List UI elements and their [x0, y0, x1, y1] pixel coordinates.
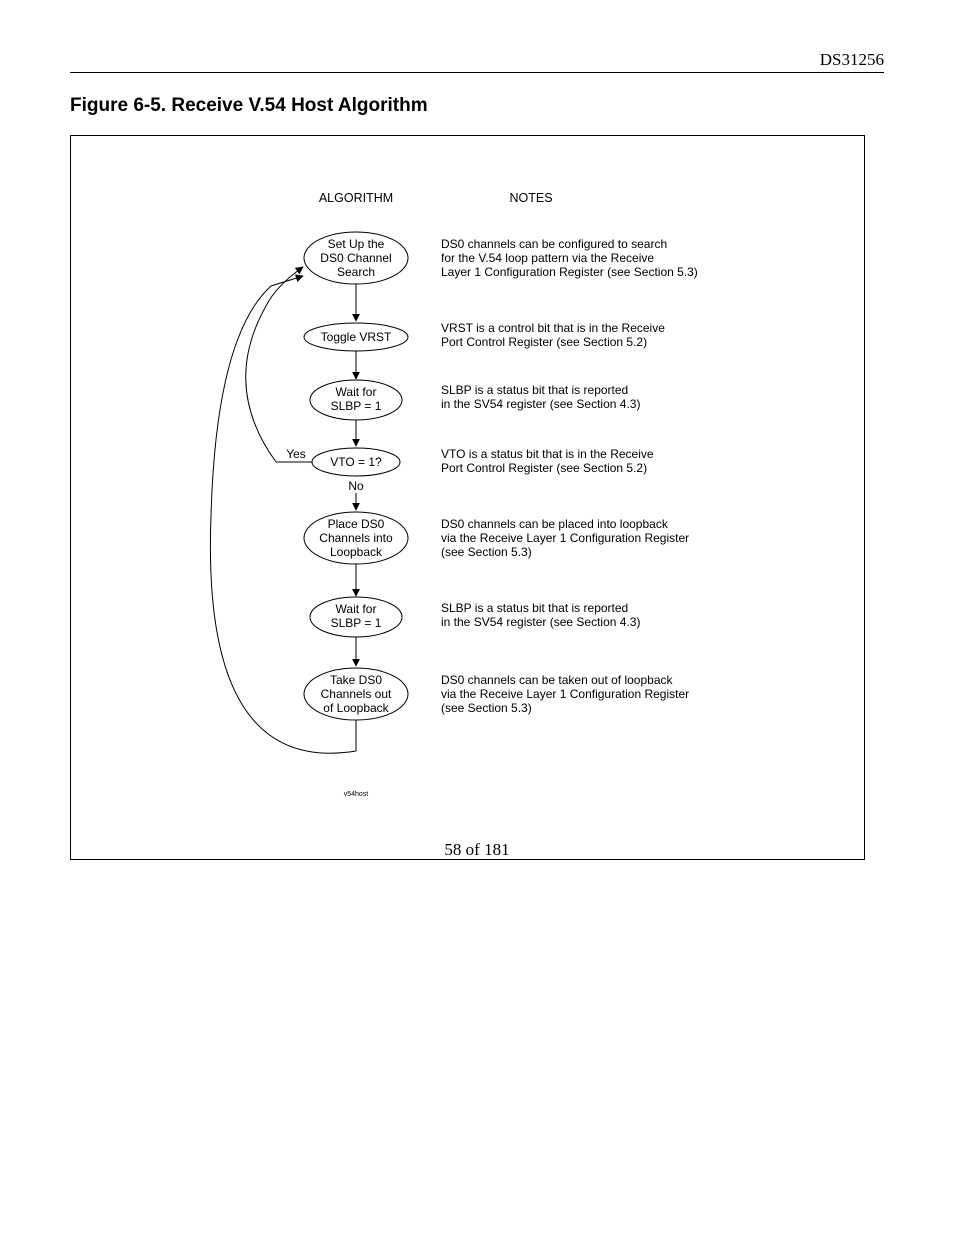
branch-no: No — [348, 479, 364, 493]
node-setup-l2: DS0 Channel — [320, 251, 391, 265]
document-id: DS31256 — [70, 50, 884, 70]
node-toggle-vrst-text: Toggle VRST — [321, 330, 392, 344]
page-number: 58 of 181 — [0, 840, 954, 860]
flowchart-caption-tiny: v54host — [344, 791, 369, 798]
node-wait-slbp-2-l1: Wait for — [336, 602, 377, 616]
node-setup-l1: Set Up the — [328, 237, 385, 251]
note-3-l1: SLBP is a status bit that is reported — [441, 383, 628, 397]
note-3-l2: in the SV54 register (see Section 4.3) — [441, 397, 640, 411]
note-1-l2: for the V.54 loop pattern via the Receiv… — [441, 251, 654, 265]
node-place-l1: Place DS0 — [328, 517, 385, 531]
node-take-l2: Channels out — [321, 687, 392, 701]
note-5-l2: via the Receive Layer 1 Configuration Re… — [441, 531, 689, 545]
header-rule — [70, 72, 884, 73]
col-head-notes: NOTES — [509, 191, 552, 205]
flowchart-svg: ALGORITHM NOTES Set Up the DS0 Channel S… — [71, 136, 864, 859]
page: DS31256 Figure 6-5. Receive V.54 Host Al… — [0, 0, 954, 900]
col-head-algorithm: ALGORITHM — [319, 191, 393, 205]
node-place-l3: Loopback — [330, 545, 383, 559]
note-2-l2: Port Control Register (see Section 5.2) — [441, 335, 647, 349]
node-place-l2: Channels into — [319, 531, 393, 545]
flowchart-frame: ALGORITHM NOTES Set Up the DS0 Channel S… — [70, 135, 865, 860]
node-wait-slbp-1-l1: Wait for — [336, 385, 377, 399]
note-4-l2: Port Control Register (see Section 5.2) — [441, 461, 647, 475]
note-5-l1: DS0 channels can be placed into loopback — [441, 517, 669, 531]
node-setup-l3: Search — [337, 265, 375, 279]
node-wait-slbp-1-l2: SLBP = 1 — [331, 399, 382, 413]
note-1-l3: Layer 1 Configuration Register (see Sect… — [441, 265, 698, 279]
note-6-l1: SLBP is a status bit that is reported — [441, 601, 628, 615]
note-7-l1: DS0 channels can be taken out of loopbac… — [441, 673, 673, 687]
node-wait-slbp-2-l2: SLBP = 1 — [331, 616, 382, 630]
note-2-l1: VRST is a control bit that is in the Rec… — [441, 321, 665, 335]
branch-yes: Yes — [286, 447, 306, 461]
yes-loop-arc — [246, 267, 303, 462]
note-5-l3: (see Section 5.3) — [441, 545, 532, 559]
node-take-l3: of Loopback — [323, 701, 389, 715]
note-1-l1: DS0 channels can be configured to search — [441, 237, 667, 251]
figure-title: Figure 6-5. Receive V.54 Host Algorithm — [70, 95, 884, 117]
node-vto-decision-text: VTO = 1? — [330, 455, 382, 469]
note-4-l1: VTO is a status bit that is in the Recei… — [441, 447, 654, 461]
note-7-l2: via the Receive Layer 1 Configuration Re… — [441, 687, 689, 701]
note-7-l3: (see Section 5.3) — [441, 701, 532, 715]
node-take-l1: Take DS0 — [330, 673, 382, 687]
note-6-l2: in the SV54 register (see Section 4.3) — [441, 615, 640, 629]
